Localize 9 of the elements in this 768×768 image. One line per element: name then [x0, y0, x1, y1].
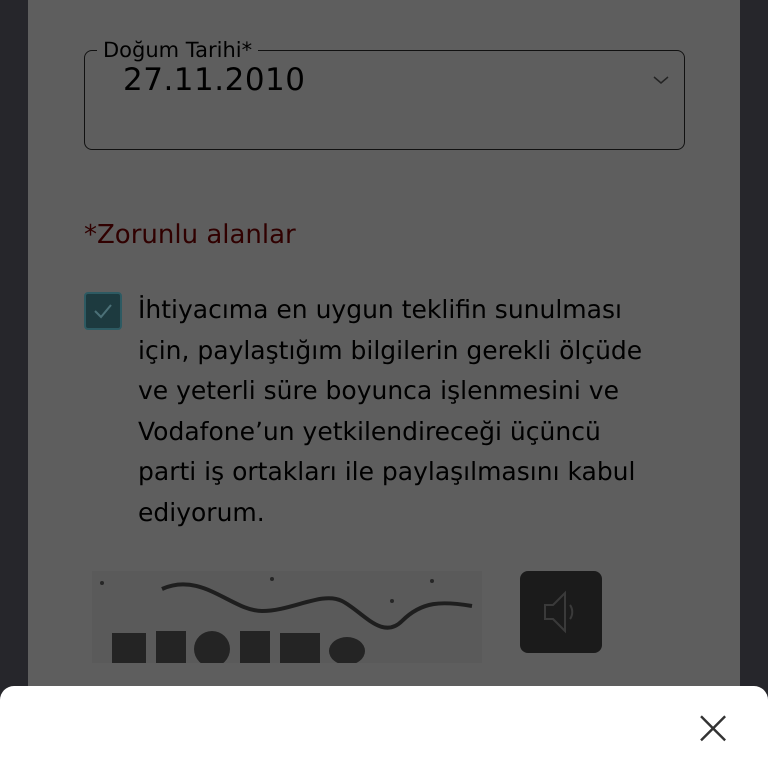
field-value: 27.11.2010 — [123, 62, 306, 98]
audio-button[interactable] — [520, 571, 602, 653]
chevron-down-icon — [652, 74, 670, 86]
required-fields-note: *Zorunlu alanlar — [84, 220, 297, 250]
field-label: Doğum Tarihi* — [102, 38, 254, 62]
consent-checkbox[interactable] — [84, 292, 122, 330]
consent-text: İhtiyacıma en uygun teklifin sunulması için, paylaştığım bilgilerin gerekli ölçüde ve yeterli süre boyunca işlenmesini ve Vodafone’un yetkilendireceği üçüncü parti iş ortakları ile paylaşılmasını kabul ediyorum. — [138, 294, 644, 528]
close-button[interactable]: × — [688, 702, 738, 752]
check-icon — [93, 303, 113, 319]
